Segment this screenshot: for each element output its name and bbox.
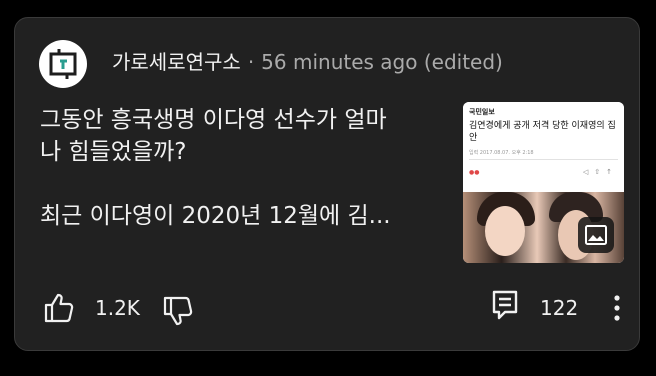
post-text-line: 그동안 흥국생명 이다영 선수가 얼마 <box>40 107 387 133</box>
news-divider <box>469 159 618 160</box>
channel-avatar[interactable] <box>39 40 87 88</box>
comment-icon[interactable] <box>490 289 520 323</box>
community-post-card: 가로세로연구소 · 56 minutes ago (edited) 그동안 흥국생명… <box>14 17 640 351</box>
channel-logo-icon <box>49 49 77 79</box>
news-brand: 국민일보 <box>469 108 495 116</box>
post-header: 가로세로연구소 · 56 minutes ago (edited) <box>112 49 503 75</box>
thumb-down-icon[interactable] <box>161 294 195 328</box>
post-text-line: 나 힘들었을까? <box>40 139 187 165</box>
like-count: 1.2K <box>95 296 140 320</box>
comment-count: 122 <box>540 296 579 320</box>
post-text-line: 최근 이다영이 2020년 12월에 김... <box>40 203 391 229</box>
image-gallery-button[interactable] <box>578 217 614 253</box>
news-date: 입력 2017.08.07. 오후 2:18 <box>469 150 534 156</box>
news-title: 김연경에게 공개 저격 당한 이재영의 집안 <box>469 121 616 143</box>
post-text[interactable]: 그동안 흥국생명 이다영 선수가 얼마 나 힘들었을까? 최근 이다영이 202… <box>40 104 440 232</box>
image-icon <box>585 225 607 245</box>
channel-name[interactable]: 가로세로연구소 <box>112 50 241 74</box>
news-tools-icon: ◁⇧↑ <box>582 168 618 176</box>
post-timestamp[interactable]: 56 minutes ago (edited) <box>261 50 503 74</box>
post-image-thumbnail[interactable]: 국민일보 김연경에게 공개 저격 당한 이재영의 집안 입력 2017.08.0… <box>463 102 624 263</box>
thumb-up-icon[interactable] <box>42 291 76 325</box>
news-reaction-icon: ●● <box>469 169 480 176</box>
header-separator: · <box>247 50 255 74</box>
news-screenshot: 국민일보 김연경에게 공개 저격 당한 이재영의 집안 입력 2017.08.0… <box>463 102 624 192</box>
more-vert-icon[interactable] <box>610 293 624 323</box>
